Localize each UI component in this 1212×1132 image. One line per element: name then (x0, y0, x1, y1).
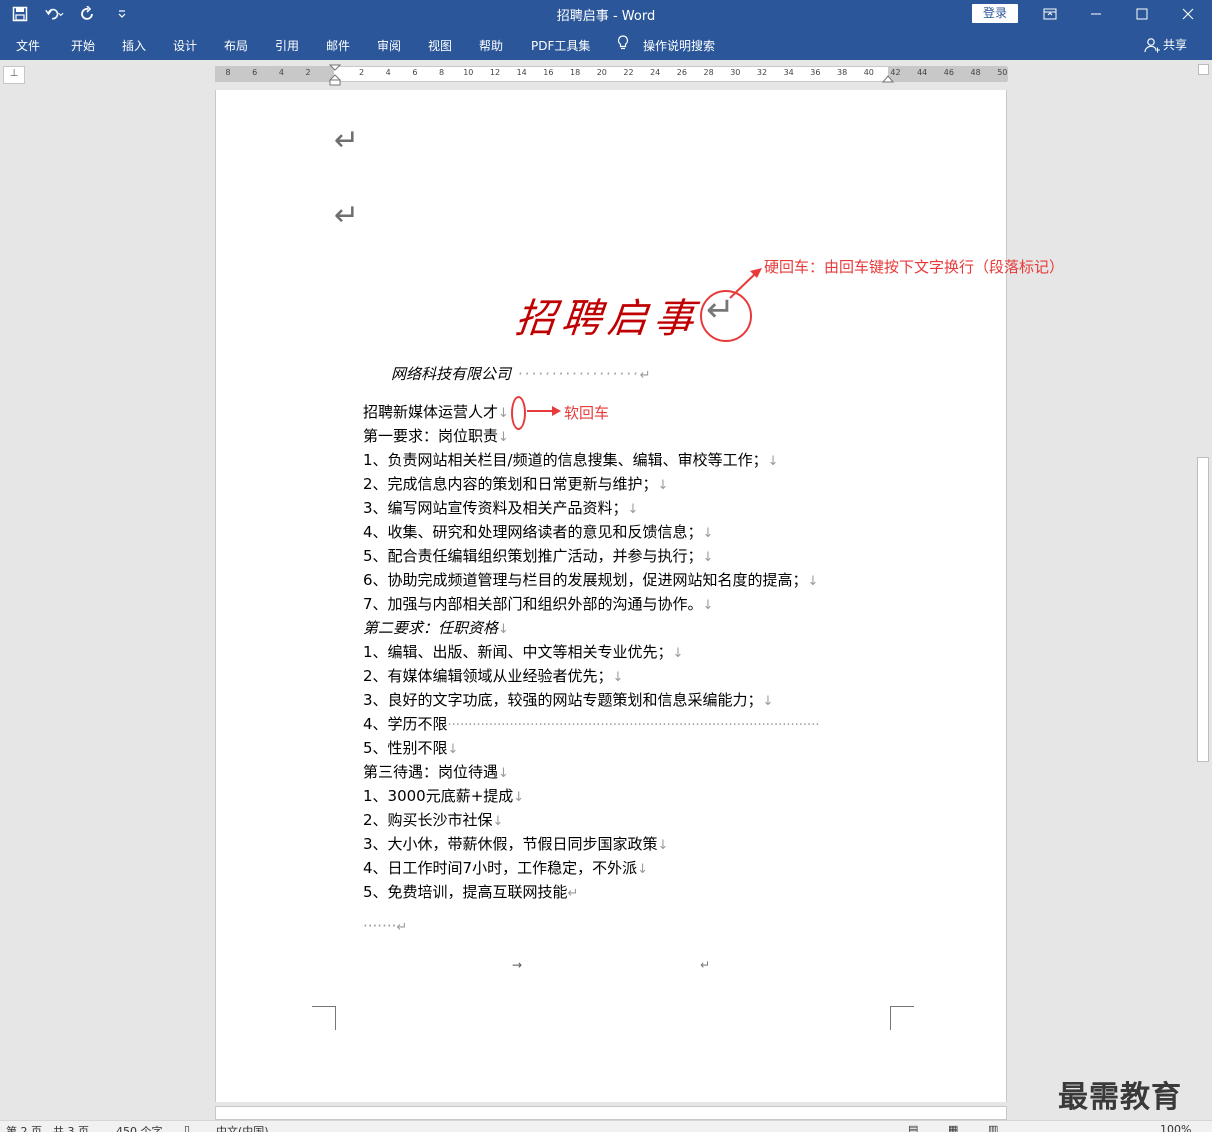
zoom-level[interactable]: 100% (1160, 1123, 1191, 1132)
print-layout-icon[interactable]: ▦ (948, 1123, 958, 1132)
language-indicator[interactable]: 中文(中国) (216, 1123, 269, 1132)
vertical-scrollbar[interactable] (1195, 62, 1212, 1120)
web-layout-icon[interactable]: ▥ (988, 1123, 998, 1132)
watermark-logo: 最需教育 (1058, 1080, 1182, 1115)
proofing-icon[interactable]: ▯ (184, 1123, 190, 1132)
status-bar: 第 2 页，共 3 页 450 个字 ▯ 中文(中国) ▤ ▦ ▥ 100% (0, 1120, 1212, 1132)
annotation-arrows (527, 268, 762, 416)
scroll-up-icon[interactable] (1198, 64, 1209, 75)
hard-return-annotation: 硬回车：由回车键按下文字换行（段落标记） (764, 258, 1065, 276)
soft-return-annotation: 软回车 (564, 404, 610, 422)
scrollbar-thumb[interactable] (1197, 457, 1209, 762)
page-count[interactable]: 第 2 页，共 3 页 (6, 1123, 89, 1132)
read-mode-icon[interactable]: ▤ (908, 1123, 918, 1132)
word-count[interactable]: 450 个字 (116, 1123, 163, 1132)
